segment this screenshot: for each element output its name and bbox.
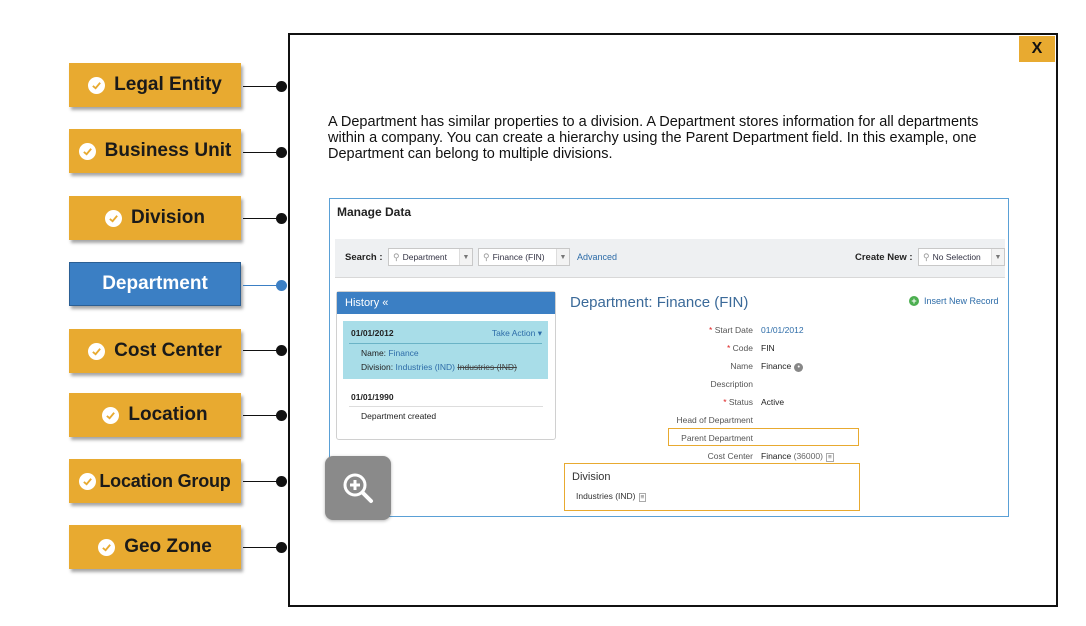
close-button[interactable]: X <box>1019 36 1055 62</box>
insert-new-record-button[interactable]: + Insert New Record <box>909 296 999 306</box>
connector-dot <box>276 213 287 224</box>
search-bar: Search : ⚲ Department ▼ ⚲ Finance (FIN) … <box>335 239 1005 278</box>
history-date: 01/01/2012 <box>351 328 394 338</box>
check-icon <box>88 76 106 94</box>
step-cost-center[interactable]: Cost Center <box>69 329 241 373</box>
name-value: Finance • <box>761 361 804 372</box>
history-note: Department created <box>361 411 437 421</box>
status-value: Active <box>761 397 785 407</box>
chevron-down-icon: ▼ <box>991 249 1004 265</box>
take-action-menu[interactable]: Take Action ▾ <box>492 328 542 339</box>
step-location-group[interactable]: Location Group <box>69 459 241 503</box>
code-label: * Code <box>727 343 753 353</box>
connector-dot <box>276 476 287 487</box>
step-label: Legal Entity <box>114 74 222 95</box>
connector-dot <box>276 81 287 92</box>
create-new-value: No Selection <box>932 252 981 262</box>
connector-dot <box>276 542 287 553</box>
status-label: * Status <box>723 397 753 407</box>
cost-center-label: Cost Center <box>707 451 753 461</box>
plus-icon: + <box>909 296 919 306</box>
cost-center-value: Finance (36000) ≡ <box>761 451 834 462</box>
step-label: Cost Center <box>114 340 222 361</box>
division-box-title: Division <box>572 471 611 483</box>
history-panel: History « 01/01/2012 Take Action ▾ Name:… <box>336 291 556 440</box>
step-label: Division <box>131 207 205 228</box>
chevron-down-icon: ▼ <box>459 249 472 265</box>
history-name-line: Name: Finance <box>361 348 419 358</box>
step-label: Geo Zone <box>124 536 212 557</box>
step-legal-entity[interactable]: Legal Entity <box>69 63 241 107</box>
head-of-department-label: Head of Department <box>676 415 753 425</box>
check-icon <box>102 406 120 424</box>
description-label: Description <box>710 379 753 389</box>
step-label: Location <box>128 404 208 425</box>
check-icon <box>88 342 106 360</box>
search-label: Search : <box>345 252 383 263</box>
details-icon[interactable]: ≡ <box>825 453 834 462</box>
insert-new-label: Insert New Record <box>924 296 999 306</box>
search-type-dropdown[interactable]: ⚲ Department ▼ <box>388 248 473 266</box>
parent-department-label: Parent Department <box>681 433 753 443</box>
description-text: A Department has similar properties to a… <box>328 114 979 162</box>
step-geo-zone[interactable]: Geo Zone <box>69 525 241 569</box>
divider <box>349 343 542 344</box>
check-icon <box>79 472 97 490</box>
zoom-in-icon <box>343 473 373 503</box>
step-label: Location Group <box>99 470 231 491</box>
history-entry-active[interactable]: 01/01/2012 Take Action ▾ Name: Finance D… <box>343 321 548 379</box>
connector-dot <box>276 410 287 421</box>
advanced-link[interactable]: Advanced <box>577 252 617 262</box>
connector-dot <box>276 280 287 291</box>
history-date[interactable]: 01/01/1990 <box>351 392 394 402</box>
search-icon: ⚲ <box>393 251 400 262</box>
division-box-value: Industries (IND) ≡ <box>576 491 647 502</box>
start-date-value[interactable]: 01/01/2012 <box>761 325 804 335</box>
check-icon <box>98 538 116 556</box>
step-division[interactable]: Division <box>69 196 241 240</box>
details-icon[interactable]: ≡ <box>638 493 647 502</box>
name-label: Name <box>730 361 753 371</box>
connector-dot <box>276 345 287 356</box>
search-value: Finance (FIN) <box>492 252 545 262</box>
manage-data-screenshot: Manage Data Search : ⚲ Department ▼ ⚲ Fi… <box>329 198 1009 517</box>
globe-icon[interactable]: • <box>794 363 804 372</box>
search-type-value: Department <box>402 252 448 262</box>
connector-dot <box>276 147 287 158</box>
step-department[interactable]: Department <box>69 262 241 306</box>
zoom-in-button[interactable] <box>325 456 391 520</box>
divider <box>349 406 543 407</box>
code-value: FIN <box>761 343 775 353</box>
create-new-label: Create New : <box>855 252 913 263</box>
record-title: Department: Finance (FIN) <box>570 294 749 311</box>
create-new-dropdown[interactable]: ⚲ No Selection ▼ <box>918 248 1005 266</box>
screenshot-title: Manage Data <box>337 205 412 219</box>
check-icon <box>105 209 123 227</box>
step-location[interactable]: Location <box>69 393 241 437</box>
search-icon: ⚲ <box>483 251 490 262</box>
search-value-dropdown[interactable]: ⚲ Finance (FIN) ▼ <box>478 248 570 266</box>
history-header[interactable]: History « <box>337 292 555 314</box>
history-division-line: Division: Industries (IND) Industries (I… <box>361 362 517 372</box>
check-icon <box>78 142 96 160</box>
step-business-unit[interactable]: Business Unit <box>69 129 241 173</box>
step-label: Business Unit <box>104 140 232 161</box>
start-date-label: * Start Date <box>709 325 753 335</box>
chevron-down-icon: ▼ <box>556 249 569 265</box>
step-label: Department <box>102 273 208 294</box>
search-icon: ⚲ <box>923 251 930 262</box>
